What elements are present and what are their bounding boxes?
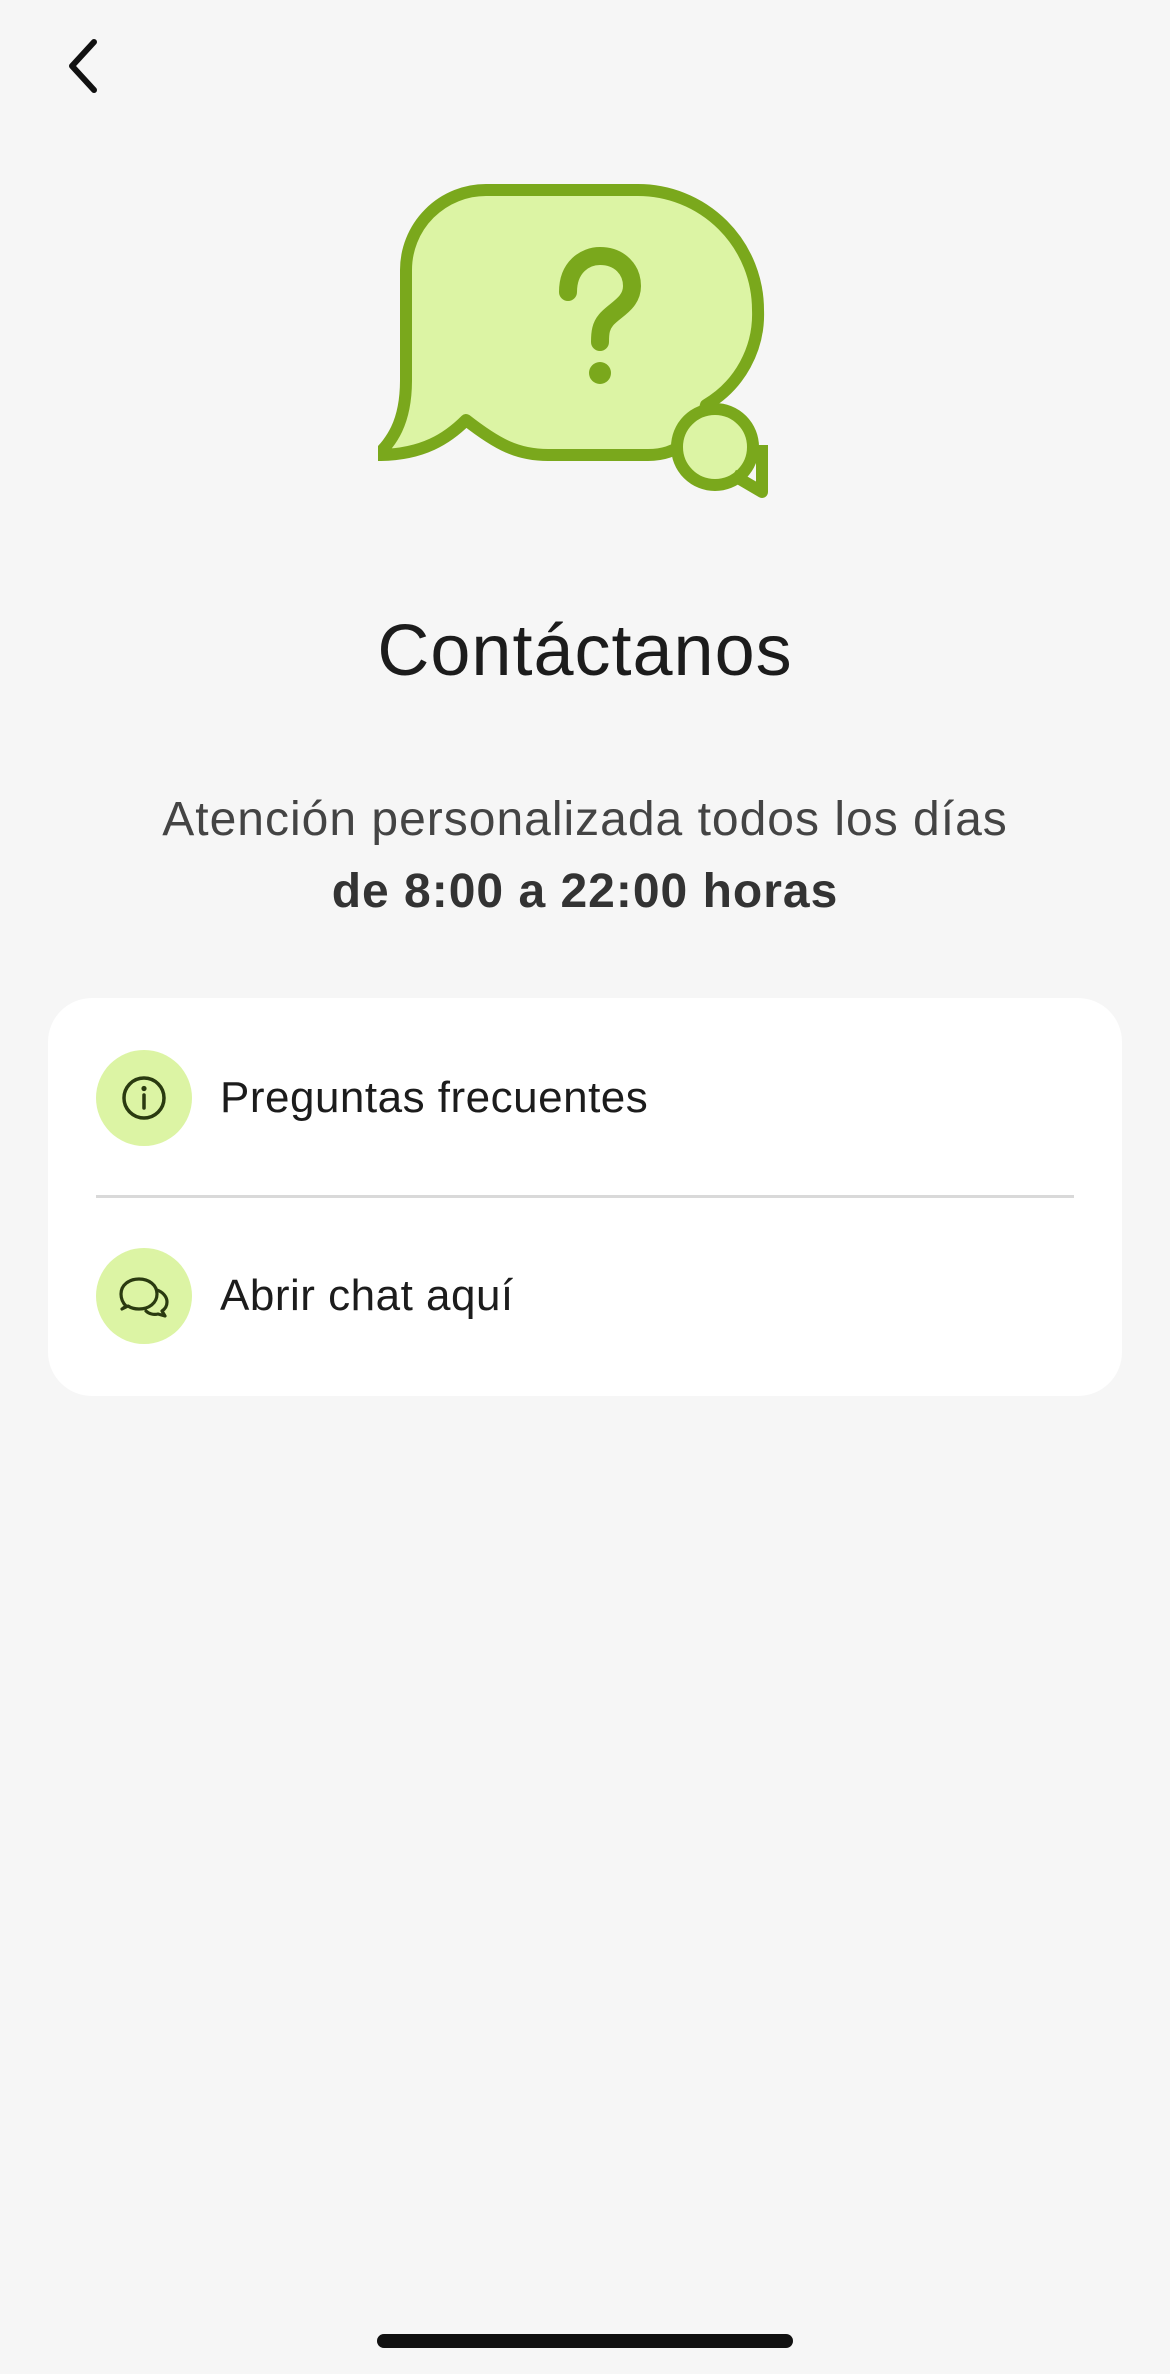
chevron-left-icon	[69, 39, 97, 93]
faq-label: Preguntas frecuentes	[220, 1073, 649, 1122]
page-title: Contáctanos	[377, 611, 793, 691]
info-circle-icon	[122, 1076, 166, 1120]
subtitle: Atención personalizada todos los días de…	[0, 784, 1170, 928]
faq-icon-container	[96, 1050, 192, 1146]
home-indicator	[377, 2334, 793, 2348]
subtitle-line-1: Atención personalizada todos los días	[162, 793, 1008, 846]
contact-options-card: Preguntas frecuentes Abrir chat aquí	[48, 998, 1122, 1396]
speech-bubble-question-icon	[378, 184, 768, 498]
back-button[interactable]	[48, 30, 120, 102]
open-chat-label: Abrir chat aquí	[220, 1271, 514, 1320]
chat-icon-container	[96, 1248, 192, 1344]
subtitle-line-2: de 8:00 a 22:00 horas	[331, 865, 839, 918]
faq-option[interactable]: Preguntas frecuentes	[48, 998, 1122, 1198]
chat-bubbles-icon	[119, 1277, 169, 1318]
open-chat-option[interactable]: Abrir chat aquí	[48, 1196, 1122, 1396]
